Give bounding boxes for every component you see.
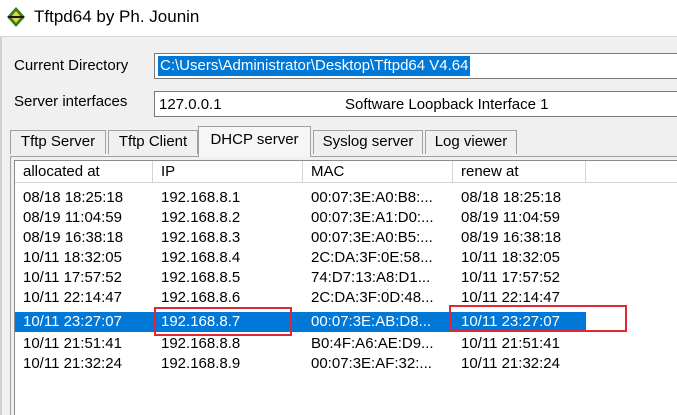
cell-allocated: 10/11 18:32:05 [23, 249, 122, 266]
app-icon [7, 7, 25, 27]
table-row[interactable]: 10/11 17:57:52 192.168.8.5 74:D7:13:A8:D… [15, 268, 586, 288]
table-row[interactable]: 10/11 18:32:05 192.168.8.4 2C:DA:3F:0E:5… [15, 248, 586, 268]
cell-ip: 192.168.8.5 [161, 269, 241, 286]
cell-renew: 08/19 16:38:18 [461, 229, 562, 246]
cell-mac: 2C:DA:3F:0E:58... [311, 249, 433, 266]
table-header: allocated at IP MAC renew at [15, 161, 677, 183]
cell-allocated: 08/19 11:04:59 [23, 209, 122, 226]
table-row-selected[interactable]: 10/11 23:27:07 192.168.8.7 00:07:3E:AB:D… [15, 312, 586, 332]
title-bar: Tftpd64 by Ph. Jounin [0, 0, 677, 37]
cell-allocated: 08/18 18:25:18 [23, 189, 124, 206]
window-border [0, 37, 2, 415]
cell-mac: B0:4F:A6:AE:D9... [311, 335, 434, 352]
cell-mac: 00:07:3E:AF:32:... [311, 355, 432, 372]
cell-ip: 192.168.8.8 [161, 335, 241, 352]
tab-syslog-server[interactable]: Syslog server [313, 130, 423, 154]
current-directory-label: Current Directory [14, 57, 129, 74]
cell-ip: 192.168.8.1 [161, 189, 241, 206]
cell-renew: 10/11 21:32:24 [461, 355, 560, 372]
cell-allocated: 10/11 17:57:52 [23, 269, 122, 286]
cell-ip: 192.168.8.3 [161, 229, 241, 246]
cell-mac: 00:07:3E:A1:D0:... [311, 209, 434, 226]
cell-ip: 192.168.8.4 [161, 249, 241, 266]
cell-mac: 74:D7:13:A8:D1... [311, 269, 431, 286]
window-title: Tftpd64 by Ph. Jounin [34, 7, 200, 26]
tab-tftp-client[interactable]: Tftp Client [108, 130, 198, 154]
column-allocated-at[interactable]: allocated at [15, 161, 153, 183]
column-renew-at[interactable]: renew at [453, 161, 586, 183]
cell-renew: 10/11 23:27:07 [461, 313, 560, 330]
interface-name: Software Loopback Interface 1 [345, 96, 549, 113]
cell-renew: 10/11 17:57:52 [461, 269, 560, 286]
server-interfaces-select[interactable]: 127.0.0.1 Software Loopback Interface 1 [154, 91, 677, 117]
table-row[interactable]: 10/11 21:51:41 192.168.8.8 B0:4F:A6:AE:D… [15, 334, 586, 354]
table-row[interactable]: 08/18 18:25:18 192.168.8.1 00:07:3E:A0:B… [15, 188, 586, 208]
column-ip[interactable]: IP [153, 161, 303, 183]
table-row[interactable]: 10/11 22:14:47 192.168.8.6 2C:DA:3F:0D:4… [15, 288, 586, 308]
tab-log-viewer[interactable]: Log viewer [425, 130, 517, 154]
cell-allocated: 10/11 21:51:41 [23, 335, 122, 352]
cell-mac: 00:07:3E:AB:D8... [311, 313, 432, 330]
cell-mac: 00:07:3E:A0:B5:... [311, 229, 433, 246]
cell-ip: 192.168.8.6 [161, 289, 241, 306]
dhcp-leases-table: allocated at IP MAC renew at 08/18 18:25… [14, 160, 677, 415]
table-row[interactable]: 08/19 11:04:59 192.168.8.2 00:07:3E:A1:D… [15, 208, 586, 228]
table-row[interactable]: 10/11 21:32:24 192.168.8.9 00:07:3E:AF:3… [15, 354, 586, 374]
column-mac[interactable]: MAC [303, 161, 453, 183]
cell-mac: 00:07:3E:A0:B8:... [311, 189, 433, 206]
tab-tftp-server[interactable]: Tftp Server [10, 130, 106, 154]
cell-renew: 08/19 11:04:59 [461, 209, 560, 226]
table-row[interactable]: 08/19 16:38:18 192.168.8.3 00:07:3E:A0:B… [15, 228, 586, 248]
cell-renew: 10/11 21:51:41 [461, 335, 560, 352]
interface-address: 127.0.0.1 [159, 96, 222, 113]
current-directory-value: C:\Users\Administrator\Desktop\Tftpd64 V… [158, 56, 471, 76]
cell-allocated: 10/11 22:14:47 [23, 289, 122, 306]
cell-allocated: 08/19 16:38:18 [23, 229, 124, 246]
tab-dhcp-server[interactable]: DHCP server [198, 126, 311, 157]
cell-ip: 192.168.8.2 [161, 209, 241, 226]
cell-renew: 10/11 18:32:05 [461, 249, 560, 266]
cell-allocated: 10/11 21:32:24 [23, 355, 122, 372]
server-interfaces-label: Server interfaces [14, 93, 128, 110]
current-directory-field[interactable]: C:\Users\Administrator\Desktop\Tftpd64 V… [154, 53, 677, 79]
cell-allocated: 10/11 23:27:07 [23, 313, 122, 330]
cell-ip: 192.168.8.7 [161, 313, 241, 330]
cell-renew: 10/11 22:14:47 [461, 289, 560, 306]
cell-renew: 08/18 18:25:18 [461, 189, 562, 206]
cell-ip: 192.168.8.9 [161, 355, 241, 372]
cell-mac: 2C:DA:3F:0D:48... [311, 289, 434, 306]
column-filler [586, 161, 677, 183]
